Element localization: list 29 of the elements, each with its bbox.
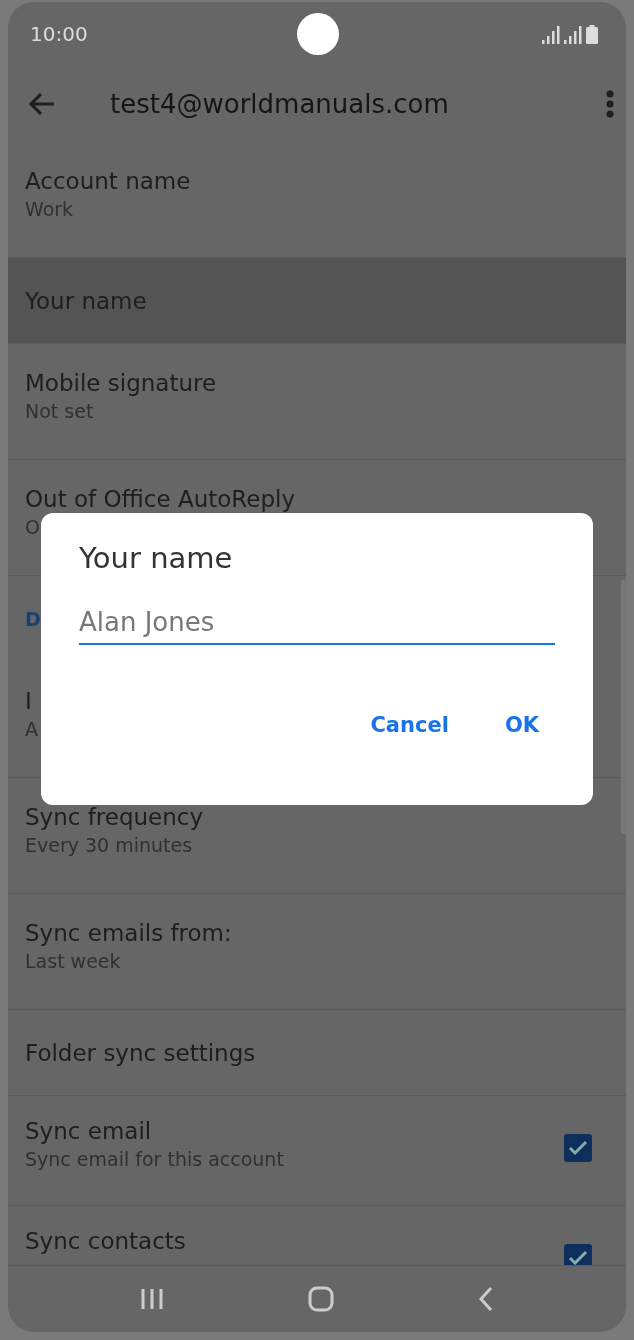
checkbox[interactable] [564, 1134, 592, 1162]
name-input-field[interactable]: Alan Jones [79, 603, 555, 645]
setting-title: I [25, 688, 32, 714]
back-icon[interactable] [478, 1286, 494, 1312]
camera-cutout [297, 13, 339, 55]
setting-title: Sync emails from: [25, 920, 232, 946]
checkmark-icon [568, 1250, 588, 1265]
settings-item[interactable]: Folder sync settings [8, 1010, 626, 1096]
checkmark-icon [568, 1140, 588, 1156]
status-time: 10:00 [30, 22, 88, 46]
more-options-icon[interactable] [606, 90, 614, 118]
recent-apps-icon[interactable] [140, 1287, 164, 1311]
home-icon[interactable] [308, 1286, 334, 1312]
signal-icon [542, 25, 560, 44]
signal-icon [564, 25, 582, 44]
ok-button[interactable]: OK [496, 707, 547, 743]
setting-title: Sync contacts [25, 1228, 186, 1254]
dialog-title: Your name [79, 541, 234, 575]
section-header: D [25, 608, 41, 630]
setting-title: Account name [25, 168, 191, 194]
cancel-button[interactable]: Cancel [362, 707, 457, 743]
setting-title: Mobile signature [25, 370, 217, 396]
setting-title: Sync email [25, 1118, 152, 1144]
setting-title: Folder sync settings [25, 1039, 256, 1066]
battery-icon [586, 24, 598, 44]
checkbox[interactable] [564, 1244, 592, 1265]
setting-title: Out of Office AutoReply [25, 486, 296, 512]
account-title: test4@worldmanuals.com [110, 89, 450, 119]
setting-title: Sync frequency [25, 804, 204, 830]
